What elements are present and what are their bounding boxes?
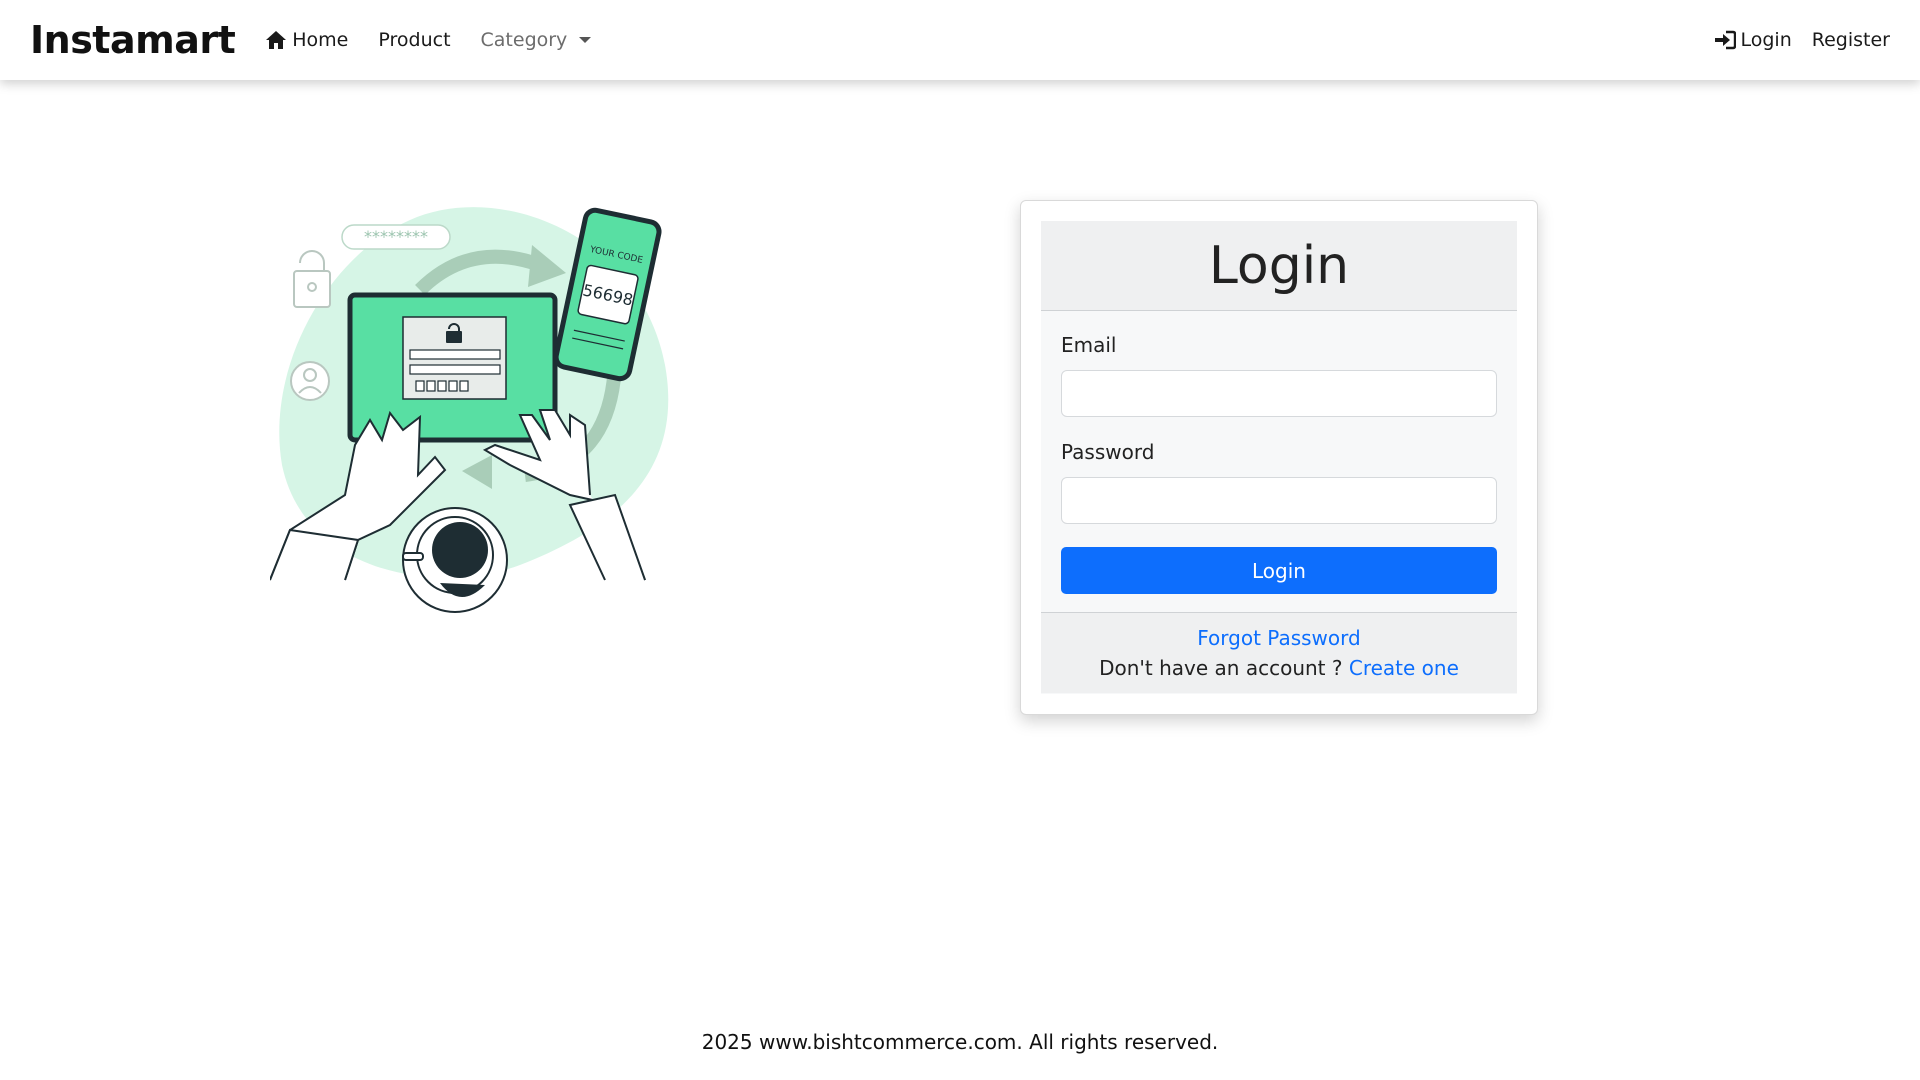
code-boxes (415, 380, 469, 392)
nav-left: Instamart Home Product Category (30, 18, 621, 62)
forgot-password-link[interactable]: Forgot Password (1197, 626, 1360, 650)
email-label: Email (1061, 333, 1117, 357)
login-card-header: Login (1041, 221, 1517, 311)
email-field[interactable] (1061, 370, 1497, 417)
coffee-cup (402, 507, 508, 613)
signup-prompt: Don't have an account ? Create one (1099, 656, 1459, 680)
create-account-link[interactable]: Create one (1349, 656, 1459, 680)
password-mask-text: ******** (364, 227, 428, 246)
right-sleeve (568, 493, 646, 581)
nav-register-label: Register (1811, 29, 1890, 51)
sign-in-icon (1714, 30, 1736, 50)
page-footer-copyright: 2025 www.bishtcommerce.com. All rights r… (701, 1030, 1219, 1054)
password-field[interactable] (1061, 477, 1497, 524)
caret-down-icon (579, 37, 592, 43)
login-card-footer: Forgot Password Don't have an account ? … (1041, 613, 1517, 693)
login-form: Email Password Login (1041, 311, 1517, 613)
nav-home-label: Home (292, 29, 349, 51)
login-card: Login Email Password Login Forgot Passwo… (1020, 200, 1538, 715)
padlock-outline-icon (293, 250, 331, 308)
login-card-inner: Login Email Password Login Forgot Passwo… (1041, 221, 1517, 694)
login-title: Login (1208, 235, 1350, 296)
login-submit-button[interactable]: Login (1061, 547, 1497, 594)
form-field-2 (409, 364, 501, 375)
nav-register-link[interactable]: Register (1812, 29, 1890, 51)
nav-login-link[interactable]: Login (1714, 29, 1792, 51)
form-field-1 (409, 349, 501, 360)
nav-product-label: Product (378, 29, 451, 51)
nav-category-dropdown[interactable]: Category (481, 29, 592, 51)
nav-product-link[interactable]: Product (378, 29, 450, 51)
nav-login-label: Login (1740, 29, 1792, 51)
brand-logo[interactable]: Instamart (30, 18, 236, 62)
navbar: Instamart Home Product Category Login Re… (0, 0, 1920, 80)
home-icon (266, 31, 287, 49)
left-sleeve (270, 528, 360, 581)
nav-home-link[interactable]: Home (265, 29, 348, 51)
password-label: Password (1061, 440, 1155, 464)
user-circle-icon (290, 361, 330, 401)
login-illustration: ******** YOUR CODE 56698 (270, 207, 669, 613)
no-account-text: Don't have an account ? (1099, 656, 1343, 680)
nav-right: Login Register (1694, 29, 1890, 51)
nav-category-label: Category (480, 29, 568, 51)
